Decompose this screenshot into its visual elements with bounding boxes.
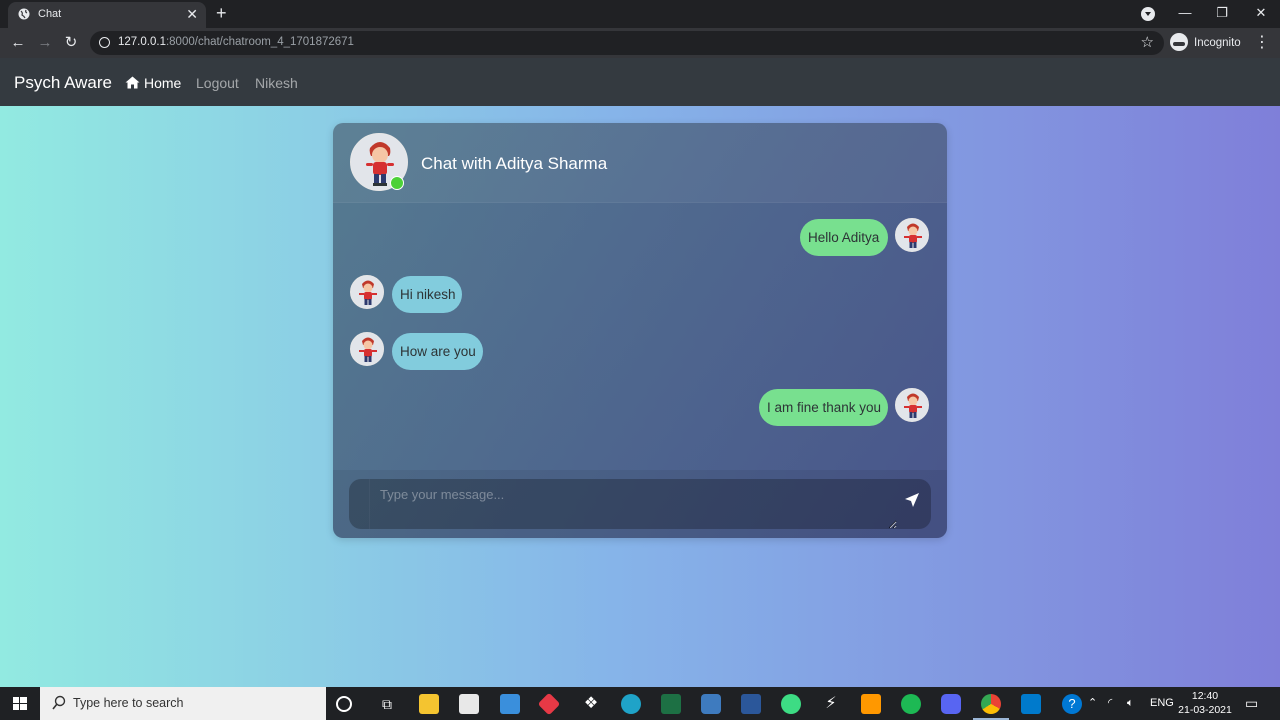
tray-chevron-icon[interactable]: ⌃ — [1088, 687, 1097, 720]
url-text[interactable]: 127.0.0.1:8000/chat/chatroom_4_170187267… — [118, 36, 354, 48]
contact-message-avatar — [350, 332, 384, 366]
globe-icon — [18, 8, 30, 20]
site-navbar: Psych Aware Home Logout Nikesh — [0, 58, 1280, 106]
task-view-icon[interactable]: ⧉ — [377, 694, 397, 714]
home-icon — [125, 76, 140, 89]
nav-link-user[interactable]: Nikesh — [255, 75, 298, 91]
app-red-diamond-icon[interactable] — [537, 692, 561, 716]
word-icon[interactable] — [741, 694, 761, 714]
android-studio-icon[interactable] — [781, 694, 801, 714]
taskbar-clock[interactable]: 12:40 21-03-2021 — [1174, 689, 1236, 717]
discord-icon[interactable] — [941, 694, 961, 714]
tab-close-icon[interactable]: ✕ — [186, 5, 198, 23]
taskbar-search-placeholder: Type here to search — [73, 696, 184, 710]
sublime-text-icon[interactable] — [861, 694, 881, 714]
file-explorer-icon[interactable] — [419, 694, 439, 714]
tab-title: Chat — [38, 8, 62, 20]
browser-menu-icon[interactable]: ⋮ — [1254, 32, 1270, 54]
tab-search-icon[interactable] — [1141, 7, 1155, 21]
message-composer — [349, 479, 931, 529]
dropbox-icon[interactable]: ❖ — [581, 694, 601, 714]
vscode-icon[interactable] — [1021, 694, 1041, 714]
help-icon[interactable]: ? — [1062, 694, 1082, 714]
message-bubble-sent: Hello Aditya — [800, 219, 888, 256]
close-window-icon[interactable]: ✕ — [1242, 0, 1280, 28]
online-status-indicator — [390, 176, 404, 190]
message-bubble-received: How are you — [392, 333, 483, 370]
user-avatar — [895, 218, 929, 252]
network-icon[interactable]: ◜ — [1108, 687, 1112, 720]
back-icon[interactable]: ← — [7, 32, 29, 54]
mail-icon[interactable] — [500, 694, 520, 714]
spotify-icon[interactable] — [901, 694, 921, 714]
browser-toolbar: ← → ↻ 127.0.0.1:8000/chat/chatroom_4_170… — [0, 28, 1280, 58]
user-avatar — [895, 388, 929, 422]
reload-icon[interactable]: ↻ — [60, 32, 82, 54]
brand-logo-text[interactable]: Psych Aware — [14, 73, 112, 93]
page-background: Chat with Aditya Sharma Hello Aditya Hi … — [0, 106, 1280, 687]
edge-icon[interactable] — [621, 694, 641, 714]
search-icon — [52, 695, 66, 710]
clock-time: 12:40 — [1191, 690, 1219, 702]
message-bubble-sent: I am fine thank you — [759, 389, 888, 426]
chrome-icon[interactable] — [981, 694, 1001, 714]
message-input[interactable] — [369, 479, 897, 529]
nav-link-logout[interactable]: Logout — [196, 75, 239, 91]
windows-taskbar: Type here to search ⧉ ❖ ⚡ ? ⌃ ◜ 🔈︎ ENG 1… — [0, 687, 1280, 720]
contact-message-avatar — [350, 275, 384, 309]
browser-tabstrip: Chat ✕ + — ❐ ✕ — [0, 0, 1280, 28]
new-tab-button[interactable]: + — [216, 3, 227, 23]
restore-icon[interactable]: ❐ — [1203, 0, 1241, 28]
site-info-icon[interactable] — [99, 37, 110, 48]
chat-footer — [333, 470, 947, 538]
cortana-icon[interactable] — [336, 696, 352, 712]
chat-header: Chat with Aditya Sharma — [333, 123, 947, 203]
bookmark-star-icon[interactable]: ☆ — [1141, 33, 1154, 51]
message-bubble-received: Hi nikesh — [392, 276, 462, 313]
minimize-icon[interactable]: — — [1166, 0, 1204, 28]
incognito-icon — [1170, 32, 1188, 51]
app-bolt-icon[interactable]: ⚡ — [821, 694, 841, 714]
volume-icon[interactable]: 🔈︎ — [1127, 687, 1134, 720]
notifications-icon[interactable]: ▭ — [1245, 687, 1258, 720]
send-button[interactable] — [899, 492, 925, 516]
chat-card: Chat with Aditya Sharma Hello Aditya Hi … — [333, 123, 947, 538]
nav-link-home[interactable]: Home — [125, 75, 181, 91]
incognito-indicator[interactable]: Incognito — [1170, 32, 1241, 54]
windows-logo-icon — [13, 697, 27, 710]
browser-tab-chat[interactable]: Chat ✕ — [8, 2, 206, 28]
python-icon[interactable] — [701, 694, 721, 714]
address-bar[interactable]: 127.0.0.1:8000/chat/chatroom_4_170187267… — [90, 31, 1164, 55]
excel-icon[interactable] — [661, 694, 681, 714]
chat-title: Chat with Aditya Sharma — [421, 154, 608, 173]
clock-date: 21-03-2021 — [1178, 704, 1232, 716]
start-button[interactable] — [0, 687, 40, 720]
taskbar-search-box[interactable]: Type here to search — [40, 687, 326, 720]
send-icon — [905, 493, 919, 507]
store-icon[interactable] — [459, 694, 479, 714]
forward-icon[interactable]: → — [34, 32, 56, 54]
language-indicator[interactable]: ENG — [1150, 687, 1174, 720]
